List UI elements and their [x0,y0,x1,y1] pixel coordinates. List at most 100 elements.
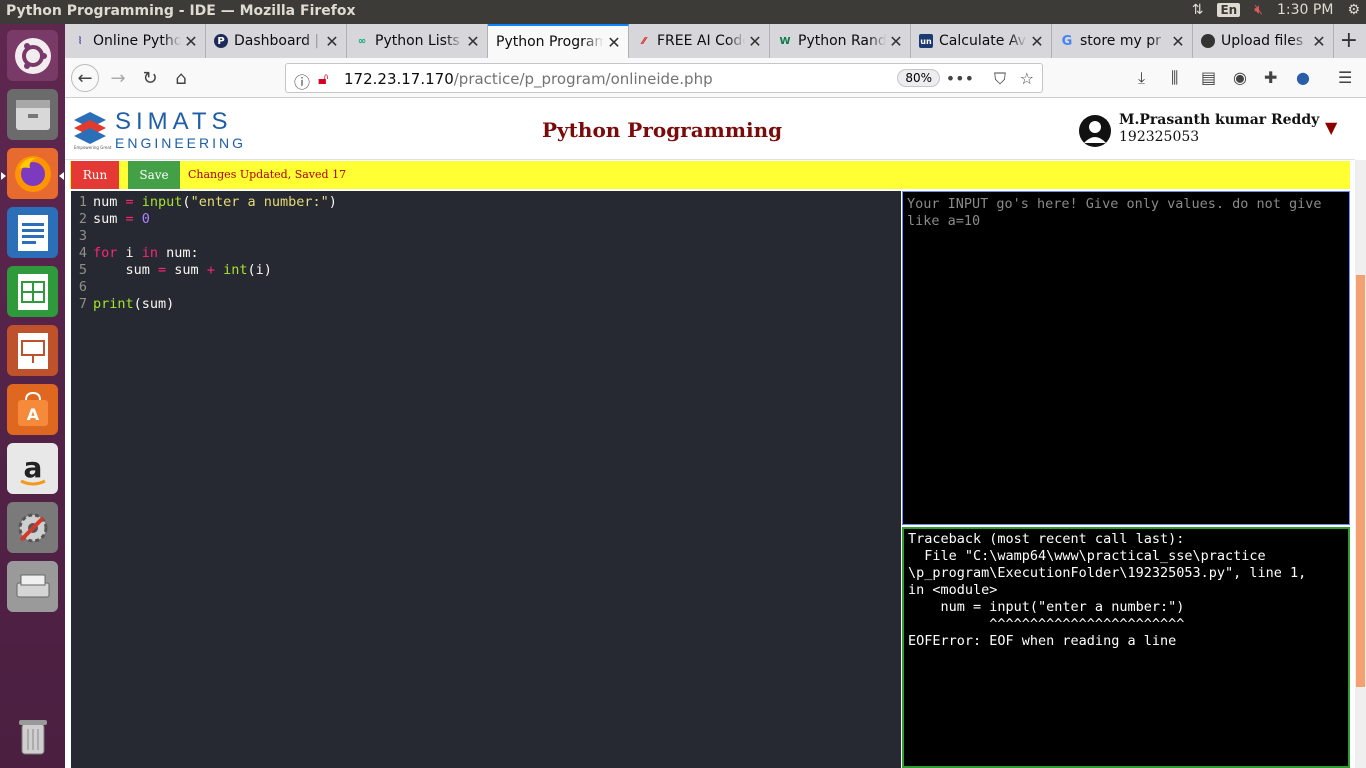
save-status-text: Changes Updated, Saved 17 [188,168,347,181]
files-icon[interactable] [7,89,58,140]
keyboard-layout-indicator[interactable]: En [1217,3,1241,17]
line-number: 3 [78,228,87,244]
firefox-icon[interactable] [7,148,58,199]
svg-text:A: A [26,405,39,424]
insecure-lock-icon[interactable]: 🔓︎ [318,69,328,89]
program-input-textarea[interactable]: Your INPUT go's here! Give only values. … [902,191,1350,525]
tab-label: Online Python [93,33,181,49]
code-token: + [206,262,215,278]
user-id: 192325053 [1119,129,1200,145]
code-token: for [93,245,118,261]
libreoffice-impress-icon[interactable] [7,325,58,376]
clock[interactable]: 1:30 PM [1277,2,1333,18]
downloads-icon[interactable]: ⤓ [1138,68,1145,88]
browser-nav-bar: ← → ↻ ⌂ ⓘ 🔓︎ 172.23.17.170/practice/p_pr… [65,58,1366,98]
library-icon[interactable]: ⫼ [1171,68,1178,88]
back-arrow-icon[interactable]: ← [71,64,99,92]
close-tab-icon[interactable]: ✕ [745,32,765,51]
pocket-icon[interactable]: ⛉ [994,69,1006,89]
close-tab-icon[interactable]: ✕ [1168,32,1188,51]
code-editor[interactable]: 1 num = input("enter a number:") 2 sum = 0… [71,191,901,768]
line-number: 7 [78,296,87,312]
code-token: sum [93,211,118,227]
extensions-puzzle-icon[interactable]: ✚ [1264,68,1277,87]
tab-upload-files[interactable]: Upload files ✕ [1193,24,1334,58]
tab-dashboard[interactable]: P Dashboard | P ✕ [206,24,347,58]
account-icon[interactable]: ◉ [1233,68,1247,87]
code-line: 7 print(sum) [71,296,174,313]
un-favicon-icon: un [919,34,933,48]
network-arrows-icon[interactable]: ⇅ [1192,2,1204,18]
url-host: 172.23.17.170 [344,70,454,88]
tab-online-python[interactable]: ⦚ Online Python ✕ [65,24,206,58]
url-path: /practice/p_program/onlineide.php [453,70,713,88]
zoom-level-badge[interactable]: 80% [897,69,940,87]
sidebar-icon[interactable]: ▤ [1201,68,1216,87]
power-gear-icon[interactable]: ⚙ [1347,2,1360,18]
close-tab-icon[interactable]: ✕ [463,32,483,51]
close-tab-icon[interactable]: ✕ [604,33,624,52]
svg-text:a: a [23,451,42,484]
code-line: 2 sum = 0 [71,211,150,228]
tab-python-programming[interactable]: Python Programming ✕ [488,24,629,58]
libreoffice-writer-icon[interactable] [7,207,58,258]
ubuntu-dash-icon[interactable] [7,30,58,81]
tab-store-my-program[interactable]: G store my pr ✕ [1052,24,1193,58]
page-actions-icon[interactable]: ••• [946,69,974,88]
scrollbar-thumb[interactable] [1356,275,1365,687]
volume-muted-icon[interactable]: 🔇︎ [1254,2,1263,18]
bookmark-star-icon[interactable]: ☆ [1020,69,1034,88]
close-tab-icon[interactable]: ✕ [1027,32,1047,51]
tab-label: FREE AI Code [657,33,745,49]
close-tab-icon[interactable]: ✕ [1309,32,1329,51]
line-number: 2 [78,211,87,227]
reload-icon[interactable]: ↻ [136,64,164,92]
window-title: Python Programming - IDE — Mozilla Firef… [6,3,356,19]
logo-wordmark: SIMATS [115,108,233,135]
w-favicon-icon: W [779,35,791,47]
line-number: 1 [78,194,87,210]
info-shield-icon[interactable]: ⓘ [294,69,310,93]
amazon-icon[interactable]: a [7,443,58,494]
url-bar[interactable]: ⓘ 🔓︎ 172.23.17.170/practice/p_program/on… [285,63,1043,93]
input-placeholder: Your INPUT go's here! Give only values. … [907,196,1330,229]
logo-subtitle: ENGINEERING [115,135,247,151]
page-scrollbar[interactable] [1355,160,1366,768]
run-button[interactable]: Run [71,161,119,189]
code-token: "enter a number:" [190,194,329,210]
code-line: 4 for i in num: [71,245,199,262]
user-dropdown-caret-icon[interactable]: ▼ [1325,118,1337,137]
infinity-favicon-icon: ∞ [357,35,367,47]
line-number: 6 [78,279,87,295]
forward-arrow-icon[interactable]: → [104,64,132,92]
page-title: Python Programming [542,118,783,142]
close-tab-icon[interactable]: ✕ [322,32,342,51]
home-icon[interactable]: ⌂ [167,64,195,92]
line-number: 5 [78,262,87,278]
scanner-icon[interactable] [7,561,58,612]
code-token: print [93,296,134,312]
code-token: (i) [247,262,272,278]
simats-logo[interactable]: SIMATS ENGINEERING Empowering Great [70,108,243,154]
new-tab-plus-icon[interactable]: + [1340,28,1358,53]
simats-emblem-icon [74,112,106,144]
avatar-icon[interactable] [1079,115,1111,147]
code-line: 5 sum = sum + int(i) [71,262,272,279]
python-favicon-icon: ⦚ [78,35,82,47]
ide-toolbar: Run Save Changes Updated, Saved 17 [70,161,1350,189]
close-tab-icon[interactable]: ✕ [181,32,201,51]
trash-icon[interactable] [7,710,58,761]
save-button[interactable]: Save [128,161,180,189]
libreoffice-calc-icon[interactable] [7,266,58,317]
tab-calculate-average[interactable]: un Calculate Av ✕ [911,24,1052,58]
menu-hamburger-icon[interactable]: ☰ [1338,68,1352,87]
system-settings-icon[interactable] [7,502,58,553]
tab-python-lists[interactable]: ∞ Python Lists ✕ [347,24,488,58]
tab-free-ai-code[interactable]: ⁄⁄ FREE AI Code ✕ [629,24,770,58]
close-tab-icon[interactable]: ✕ [886,32,906,51]
url-text: 172.23.17.170/practice/p_program/onlinei… [344,70,713,88]
tab-python-random[interactable]: W Python Rand ✕ [770,24,911,58]
user-name: M.Prasanth kumar Reddy [1119,112,1320,128]
extension-icon[interactable]: ● [1296,68,1310,87]
software-center-icon[interactable]: A [7,384,58,435]
